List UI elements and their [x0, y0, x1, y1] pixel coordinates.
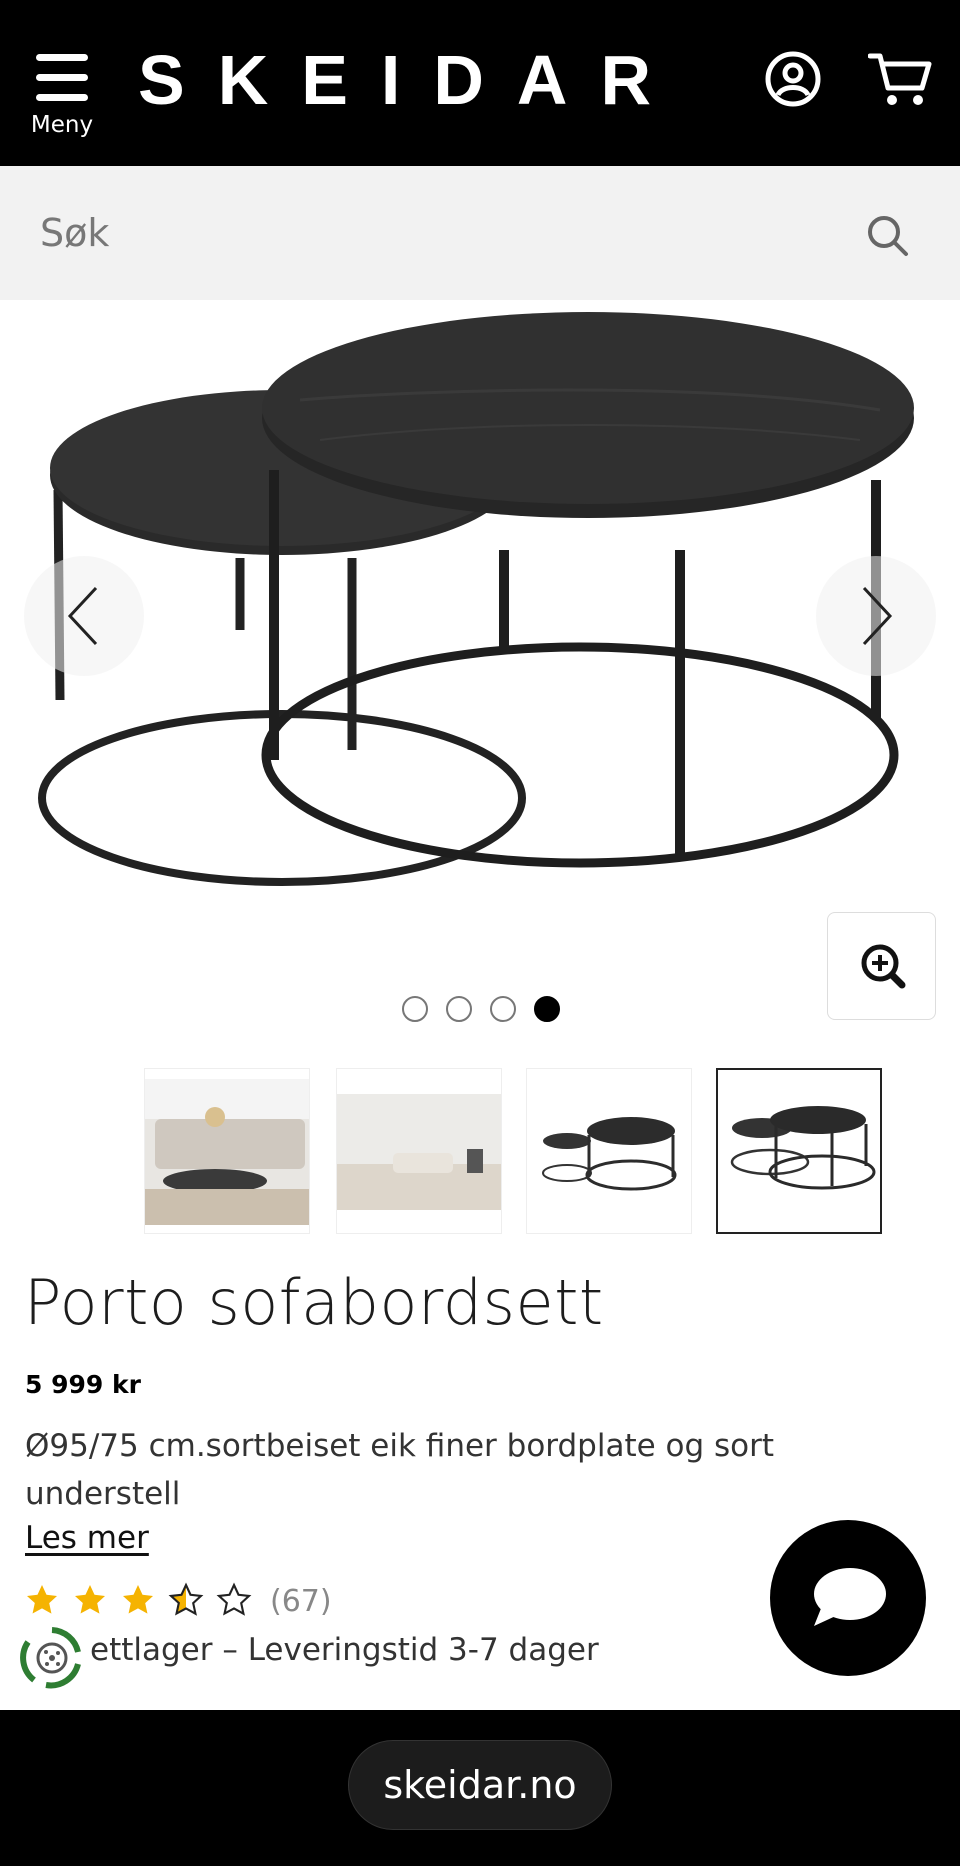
- previous-image-button[interactable]: [24, 556, 144, 676]
- cart-icon[interactable]: [868, 50, 932, 108]
- product-title: Porto sofabordsett: [24, 1266, 604, 1339]
- recycle-icon: [20, 1627, 81, 1689]
- menu-button[interactable]: Meny: [28, 50, 96, 145]
- star-filled-icon: [123, 1585, 153, 1614]
- url-bar[interactable]: skeidar.no: [348, 1740, 612, 1830]
- thumbnail-room-wide[interactable]: [336, 1068, 502, 1234]
- thumbnail-living-room[interactable]: [144, 1068, 310, 1234]
- product-price: 5 999 kr: [25, 1370, 141, 1399]
- product-gallery: [0, 300, 960, 1060]
- stock-status: ettlager – Leveringstid 3-7 dager: [90, 1632, 599, 1668]
- chat-bubble-icon: [814, 1568, 886, 1626]
- next-image-button[interactable]: [816, 556, 936, 676]
- zoom-in-icon: [861, 944, 906, 989]
- eco-badge[interactable]: [16, 1622, 88, 1694]
- thumbnail-table-angle[interactable]: [526, 1068, 692, 1234]
- search-input[interactable]: [40, 196, 820, 270]
- star-filled-icon: [27, 1585, 57, 1614]
- account-icon[interactable]: [764, 50, 822, 108]
- menu-label: Meny: [30, 112, 94, 138]
- chevron-left-icon: [67, 586, 98, 646]
- star-filled-icon: [75, 1585, 105, 1614]
- star-empty-icon: [216, 1582, 252, 1616]
- pagination-dot[interactable]: [446, 996, 472, 1022]
- browser-bottom-bar: skeidar.no: [0, 1710, 960, 1866]
- star-half-icon: [168, 1582, 204, 1616]
- chat-button[interactable]: [770, 1520, 926, 1676]
- review-count[interactable]: (67): [270, 1584, 332, 1619]
- product-description: Ø95/75 cm.sortbeiset eik finer bordplate…: [25, 1428, 775, 1512]
- pagination-dot[interactable]: [490, 996, 516, 1022]
- pagination-dot[interactable]: [402, 996, 428, 1022]
- read-more-link[interactable]: Les mer: [25, 1520, 149, 1556]
- hamburger-icon: [36, 54, 88, 104]
- thumbnail-table-selected[interactable]: [716, 1068, 882, 1234]
- brand-logo[interactable]: SKEIDAR: [138, 40, 684, 120]
- thumbnail-strip: [144, 1068, 884, 1236]
- search-icon[interactable]: [866, 214, 910, 258]
- search-bar: [0, 166, 960, 300]
- pagination-dot-active[interactable]: [534, 996, 560, 1022]
- site-header: Meny SKEIDAR: [0, 0, 960, 166]
- zoom-button[interactable]: [827, 912, 936, 1020]
- chevron-right-icon: [862, 586, 893, 646]
